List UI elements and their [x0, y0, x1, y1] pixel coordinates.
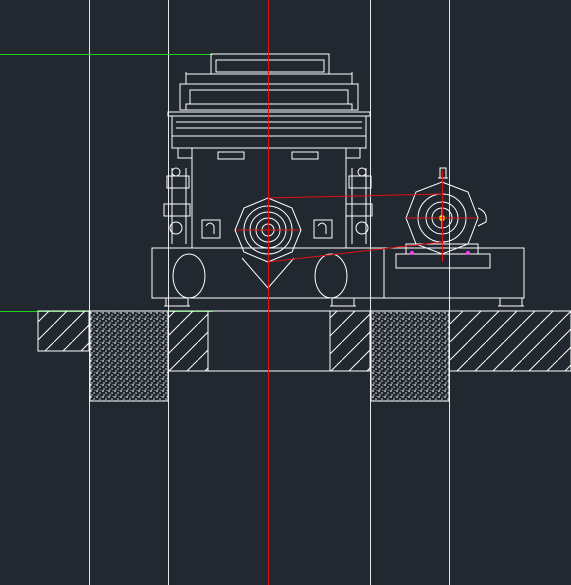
grid-lines: [89, 0, 450, 585]
centerlines: [236, 0, 478, 585]
cad-drawing-viewport[interactable]: [0, 0, 571, 585]
small-hooks: [201, 219, 333, 239]
base-frame: [151, 247, 525, 307]
gravel-fill: [89, 310, 450, 402]
left-cylinder: [163, 167, 191, 244]
right-cylinder: [345, 167, 373, 244]
level-lines: [0, 54, 213, 312]
